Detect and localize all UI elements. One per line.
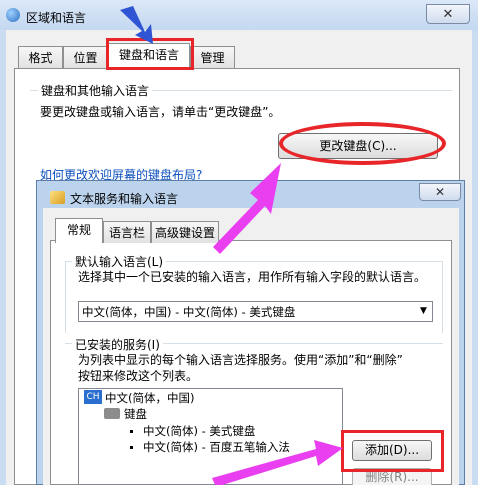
arrow-to-tab xyxy=(120,6,153,44)
arrow-to-change-button xyxy=(213,163,281,254)
arrow-to-add-button xyxy=(212,440,343,485)
annotation-arrows xyxy=(120,6,343,485)
